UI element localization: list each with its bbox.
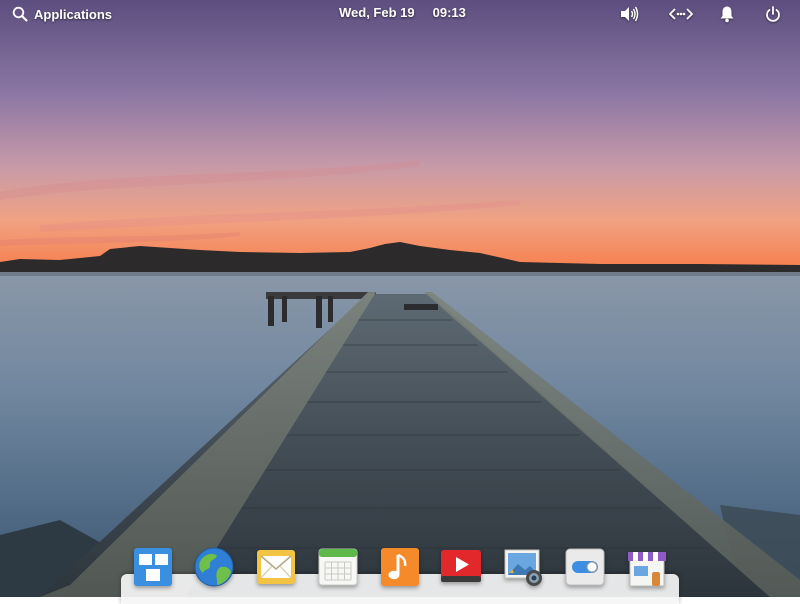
- multitasking-icon: [132, 546, 174, 588]
- calendar-icon: [317, 546, 359, 588]
- dock-web-browser[interactable]: [193, 546, 235, 588]
- dock-appcenter[interactable]: [626, 546, 668, 588]
- network-icon[interactable]: [669, 4, 693, 24]
- videos-icon: [440, 546, 482, 588]
- globe-icon: [193, 546, 235, 588]
- notifications-icon[interactable]: [717, 4, 737, 24]
- dock-system-settings[interactable]: [564, 546, 606, 588]
- photos-icon: [502, 546, 544, 588]
- top-panel: Applications Wed, Feb 19 09:13: [0, 0, 800, 28]
- time-text: 09:13: [432, 5, 466, 20]
- dock-photos[interactable]: [502, 546, 544, 588]
- applications-menu-button[interactable]: Applications: [12, 4, 112, 24]
- applications-label: Applications: [34, 6, 113, 22]
- mail-icon: [255, 546, 297, 588]
- settings-icon: [564, 546, 606, 588]
- date-text: Wed, Feb 19: [339, 5, 415, 20]
- dock-multitasking-view[interactable]: [132, 546, 174, 588]
- power-icon[interactable]: [763, 4, 783, 24]
- dock-mail[interactable]: [255, 546, 297, 588]
- datetime-indicator[interactable]: Wed, Feb 19 09:13: [339, 5, 466, 20]
- volume-icon[interactable]: [619, 4, 639, 24]
- dock-videos[interactable]: [440, 546, 482, 588]
- music-icon: [379, 546, 421, 588]
- dock-calendar[interactable]: [317, 546, 359, 588]
- dock-music[interactable]: [379, 546, 421, 588]
- search-icon: [12, 6, 28, 22]
- appcenter-icon: [626, 546, 668, 588]
- desktop-wallpaper: [0, 0, 800, 597]
